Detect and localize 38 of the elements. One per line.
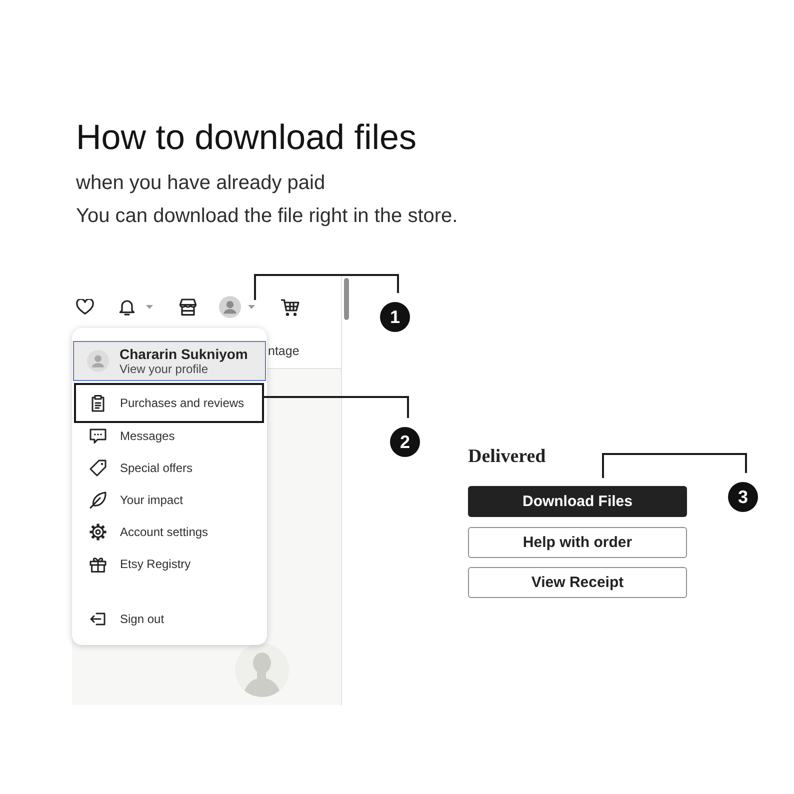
storefront-icon[interactable] xyxy=(179,298,197,316)
order-status: Delivered xyxy=(468,445,546,469)
nav-tab[interactable]: ntage xyxy=(268,343,300,359)
menu-item[interactable]: Special offers xyxy=(72,455,267,481)
chat-bubble-icon xyxy=(89,427,107,445)
tag-icon xyxy=(89,459,107,477)
step-marker: 3 xyxy=(728,482,758,512)
avatar-icon xyxy=(86,350,108,372)
step-marker: 2 xyxy=(390,427,420,457)
action-button[interactable]: Download Files xyxy=(468,486,687,517)
leaf-icon xyxy=(89,491,107,509)
subtitle-text: You can download the file right in the store. xyxy=(76,204,458,229)
profile-menu-item[interactable]: Chararin Sukniyom View your profile xyxy=(73,341,266,381)
cart-icon[interactable] xyxy=(280,298,300,316)
bell-icon[interactable] xyxy=(119,298,135,316)
menu-item[interactable]: Account settings xyxy=(72,519,267,545)
person-silhouette-icon xyxy=(235,643,289,697)
clipboard-icon xyxy=(89,394,107,412)
caret-icon[interactable] xyxy=(248,305,255,309)
caret-icon[interactable] xyxy=(146,305,153,309)
menu-item[interactable]: Messages xyxy=(72,423,267,449)
step-marker: 1 xyxy=(380,302,410,332)
menu-item[interactable]: Purchases and reviews xyxy=(74,383,264,423)
settings-icon xyxy=(89,523,107,541)
subtitle-text: when you have already paid xyxy=(76,171,326,196)
logout-icon xyxy=(89,610,107,628)
menu-item[interactable]: Your impact xyxy=(72,487,267,513)
profile-link[interactable]: View your profile xyxy=(120,362,248,376)
menu-item[interactable]: Etsy Registry xyxy=(72,551,267,577)
page-title: How to download files xyxy=(76,117,418,159)
avatar-icon[interactable] xyxy=(219,296,241,318)
menu-item[interactable]: Sign out xyxy=(72,606,267,632)
scrollbar-thumb[interactable] xyxy=(344,278,349,320)
heart-icon[interactable] xyxy=(76,299,94,315)
action-button[interactable]: View Receipt xyxy=(468,567,687,598)
gift-icon xyxy=(89,555,107,573)
action-button[interactable]: Help with order xyxy=(468,526,687,558)
user-name: Chararin Sukniyom xyxy=(120,346,248,362)
